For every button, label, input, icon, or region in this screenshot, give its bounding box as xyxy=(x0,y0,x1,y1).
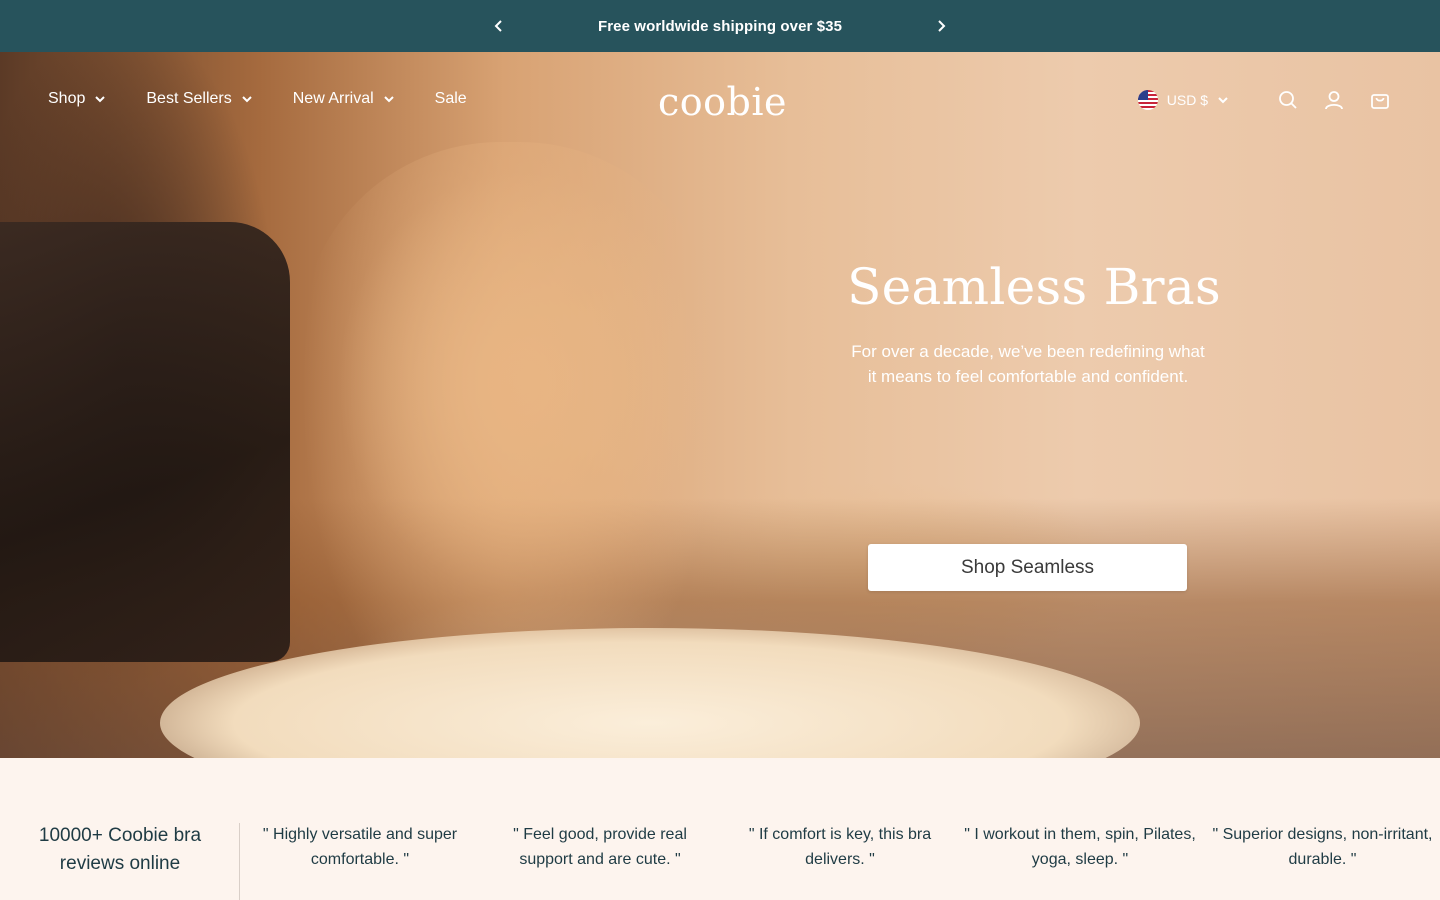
review-quote-line: support and are cute. " xyxy=(519,851,681,868)
nav-item-label: Sale xyxy=(434,90,467,107)
shop-seamless-button[interactable]: Shop Seamless xyxy=(868,544,1187,591)
review-quote-line: " I workout in them, spin, Pilates, xyxy=(964,826,1196,843)
chevron-left-icon xyxy=(494,20,502,32)
review-quote: " Superior designs, non-irritant, durabl… xyxy=(1205,822,1440,872)
main-nav: Shop Best Sellers New Arrival Sale xyxy=(48,90,508,108)
announcement-prev-button[interactable] xyxy=(487,14,511,38)
announcement-bar: Free worldwide shipping over $35 xyxy=(0,0,1440,52)
review-quote: " Feel good, provide real support and ar… xyxy=(485,822,715,872)
nav-item-label: New Arrival xyxy=(292,90,374,107)
hero-title: Seamless Bras xyxy=(847,258,1221,316)
nav-item-shop[interactable]: Shop xyxy=(48,90,106,108)
nav-item-label: Shop xyxy=(48,90,86,107)
nav-item-label: Best Sellers xyxy=(146,90,232,107)
search-button[interactable] xyxy=(1276,88,1300,112)
review-quote-line: " Feel good, provide real xyxy=(513,826,687,843)
announcement-next-button[interactable] xyxy=(929,14,953,38)
review-quote-line: " If comfort is key, this bra xyxy=(748,826,932,843)
review-quote-line: " Highly versatile and super xyxy=(262,826,458,843)
review-quote-line: delivers. " xyxy=(805,851,875,868)
hero-subtitle: For over a decade, we’ve been redefining… xyxy=(830,339,1226,389)
divider xyxy=(239,823,240,900)
chevron-right-icon xyxy=(938,20,946,32)
header-actions: USD $ xyxy=(1137,88,1392,112)
review-quote-line: " Superior designs, non-irritant, xyxy=(1212,826,1433,843)
review-quote: " I workout in them, spin, Pilates, yoga… xyxy=(955,822,1205,872)
nav-item-sale[interactable]: Sale xyxy=(435,90,467,108)
chevron-down-icon xyxy=(242,95,252,103)
currency-label: USD $ xyxy=(1166,92,1208,108)
reviews-strip: 10000+ Coobie bra reviews online " Highl… xyxy=(0,758,1440,900)
review-quote: " If comfort is key, this bra delivers. … xyxy=(725,822,955,872)
hero-banner xyxy=(0,52,1440,758)
review-quote-line: comfortable. " xyxy=(310,851,410,868)
chevron-down-icon xyxy=(383,95,394,103)
us-flag-icon xyxy=(1137,90,1158,110)
review-quote: " Highly versatile and super comfortable… xyxy=(245,822,475,872)
hero-subtitle-line: it means to feel comfortable and confide… xyxy=(867,367,1189,386)
announcement-message: Free worldwide shipping over $35 xyxy=(597,17,843,35)
nav-item-new-arrival[interactable]: New Arrival xyxy=(293,90,394,108)
cart-button[interactable] xyxy=(1368,88,1392,112)
search-icon xyxy=(1279,91,1297,109)
reviews-count-line: 10000+ Coobie bra xyxy=(38,825,202,846)
reviews-count: 10000+ Coobie bra reviews online xyxy=(0,822,240,878)
account-button[interactable] xyxy=(1322,88,1346,112)
hero-sofa-image xyxy=(0,222,290,662)
review-quote-line: yoga, sleep. " xyxy=(1031,851,1129,868)
chevron-down-icon xyxy=(95,95,106,103)
nav-item-best-sellers[interactable]: Best Sellers xyxy=(146,90,252,108)
chevron-down-icon xyxy=(1218,96,1228,104)
cart-icon xyxy=(1371,94,1389,109)
site-logo[interactable]: coobie xyxy=(658,80,787,124)
reviews-count-line: reviews online xyxy=(59,853,181,874)
hero-subtitle-line: For over a decade, we’ve been redefining… xyxy=(851,342,1205,361)
currency-selector[interactable]: USD $ xyxy=(1137,90,1228,110)
account-icon xyxy=(1325,91,1343,110)
review-quote-line: durable. " xyxy=(1288,851,1357,868)
